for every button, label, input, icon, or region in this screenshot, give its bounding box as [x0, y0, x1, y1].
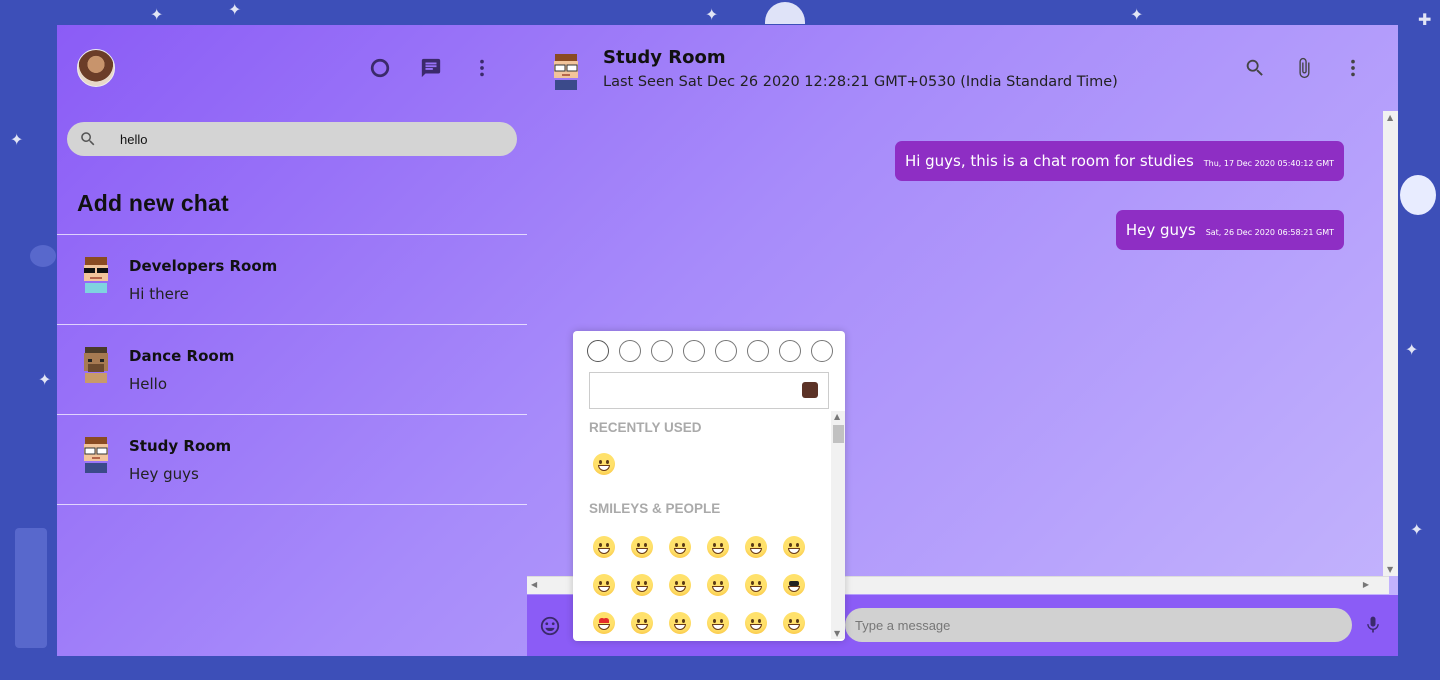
- sparkle-icon: ✦: [228, 0, 242, 19]
- scroll-up-icon[interactable]: ▲: [834, 412, 840, 421]
- emoji-picker: RECENTLY USED SMILEYS & PEOPLE ▲ ▼: [573, 331, 845, 641]
- smileys-people-label: SMILEYS & PEOPLE: [589, 501, 721, 516]
- message-input[interactable]: [845, 608, 1352, 642]
- emoji-laughing-icon[interactable]: [631, 574, 655, 598]
- chat-item-developers-room[interactable]: Developers Room Hi there: [57, 235, 527, 325]
- status-icon[interactable]: [369, 57, 391, 79]
- category-symbols-icon[interactable]: [779, 340, 801, 362]
- sparkle-icon: ✦: [1410, 520, 1424, 539]
- recently-used-label: RECENTLY USED: [589, 420, 702, 435]
- add-new-chat-label: Add new chat: [77, 190, 229, 216]
- messages-scrollbar-vertical[interactable]: ▲ ▼: [1383, 111, 1398, 576]
- more-vert-icon[interactable]: [1342, 57, 1364, 79]
- emoji-kissing-smiling-icon[interactable]: [707, 612, 731, 636]
- emoji-smile-icon[interactable]: [783, 536, 807, 560]
- scroll-left-icon[interactable]: ◀: [531, 580, 537, 589]
- emoji-grinning-icon[interactable]: [593, 453, 617, 477]
- chat-header: Study Room Last Seen Sat Dec 26 2020 12:…: [527, 25, 1398, 111]
- emoji-blush-icon[interactable]: [707, 574, 731, 598]
- sidebar-header: [57, 25, 527, 111]
- chat-item-dance-room[interactable]: Dance Room Hello: [57, 325, 527, 415]
- mic-icon[interactable]: [1363, 615, 1383, 639]
- avatar: [79, 255, 113, 293]
- scroll-right-icon[interactable]: ▶: [1363, 580, 1369, 589]
- sidebar-search: [67, 122, 517, 156]
- emoji-grinning-icon[interactable]: [593, 536, 617, 560]
- chat-name: Developers Room: [129, 257, 278, 275]
- chat-list: Developers Room Hi there Dance Room Hell…: [57, 234, 527, 505]
- skin-tone-selector[interactable]: [802, 382, 818, 398]
- message-timestamp: Thu, 17 Dec 2020 05:40:12 GMT: [1203, 159, 1334, 168]
- category-nature-icon[interactable]: [619, 340, 641, 362]
- background-shape: [1400, 175, 1436, 215]
- emoji-rofl-icon[interactable]: [707, 536, 731, 560]
- sparkle-icon: ✦: [150, 5, 164, 24]
- avatar: [79, 345, 113, 383]
- background-shape: [765, 2, 805, 24]
- search-icon: [81, 132, 95, 146]
- emoji-category-bar: [573, 331, 845, 369]
- emoji-sweat-smile-icon[interactable]: [593, 574, 617, 598]
- scroll-down-icon[interactable]: ▼: [1387, 565, 1393, 574]
- category-objects-icon[interactable]: [747, 340, 769, 362]
- category-people-icon[interactable]: [587, 340, 609, 362]
- avatar: [79, 435, 113, 473]
- emoji-beaming-icon[interactable]: [631, 536, 655, 560]
- message-bubble: Hi guys, this is a chat room for studies…: [894, 141, 1344, 181]
- emoji-relaxed-icon[interactable]: [783, 612, 807, 636]
- background-shape: [30, 245, 56, 267]
- scroll-down-icon[interactable]: ▼: [834, 629, 840, 638]
- chat-last-message: Hi there: [129, 285, 189, 303]
- emoji-search-input[interactable]: [589, 372, 829, 409]
- message-text: Hey guys: [1125, 221, 1196, 239]
- emoji-scrollbar[interactable]: ▲ ▼: [831, 411, 845, 639]
- category-travel-icon[interactable]: [715, 340, 737, 362]
- emoji-list: RECENTLY USED SMILEYS & PEOPLE: [573, 411, 843, 641]
- chat-title: Study Room: [603, 47, 726, 68]
- sparkle-icon: ✚: [1418, 10, 1432, 29]
- search-icon[interactable]: [1244, 57, 1266, 79]
- message-bubble: Hey guys Sat, 26 Dec 2020 06:58:21 GMT: [1115, 210, 1344, 250]
- search-input[interactable]: [120, 131, 500, 147]
- emoji-kissing-closed-eyes-icon[interactable]: [745, 612, 769, 636]
- category-food-icon[interactable]: [651, 340, 673, 362]
- user-avatar[interactable]: [77, 49, 115, 87]
- sidebar: Add new chat Developers Room Hi there: [57, 25, 527, 656]
- add-new-chat[interactable]: Add new chat: [57, 156, 527, 234]
- sparkle-icon: ✦: [10, 130, 24, 149]
- emoji-smiley-icon[interactable]: [745, 536, 769, 560]
- emoji-heart-eyes-icon[interactable]: [593, 612, 617, 636]
- message-text: Hi guys, this is a chat room for studies: [904, 152, 1194, 170]
- category-flags-icon[interactable]: [811, 340, 833, 362]
- sparkle-icon: ✦: [1130, 5, 1144, 24]
- chat-name: Study Room: [129, 437, 232, 455]
- chat-last-message: Hello: [129, 375, 168, 393]
- emoji-wink-icon[interactable]: [669, 574, 693, 598]
- chat-avatar: [549, 52, 583, 90]
- message-timestamp: Sat, 26 Dec 2020 06:58:21 GMT: [1205, 228, 1334, 237]
- emoji-icon[interactable]: [539, 615, 561, 637]
- attach-icon[interactable]: [1293, 57, 1315, 79]
- chat-icon[interactable]: [420, 57, 442, 79]
- background-shape: [15, 528, 47, 648]
- emoji-kissing-heart-icon[interactable]: [631, 612, 655, 636]
- sparkle-icon: ✦: [1405, 340, 1419, 359]
- sparkle-icon: ✦: [705, 5, 719, 24]
- more-vert-icon[interactable]: [471, 57, 493, 79]
- chat-item-study-room[interactable]: Study Room Hey guys: [57, 415, 527, 505]
- last-seen: Last Seen Sat Dec 26 2020 12:28:21 GMT+0…: [603, 74, 1118, 90]
- emoji-kissing-icon[interactable]: [669, 612, 693, 636]
- category-activity-icon[interactable]: [683, 340, 705, 362]
- chat-last-message: Hey guys: [129, 465, 199, 483]
- chat-name: Dance Room: [129, 347, 235, 365]
- emoji-joy-icon[interactable]: [669, 536, 693, 560]
- emoji-yum-icon[interactable]: [745, 574, 769, 598]
- emoji-sunglasses-icon[interactable]: [783, 574, 807, 598]
- sparkle-icon: ✦: [38, 370, 52, 389]
- scroll-thumb[interactable]: [833, 425, 844, 443]
- scroll-up-icon[interactable]: ▲: [1387, 113, 1393, 122]
